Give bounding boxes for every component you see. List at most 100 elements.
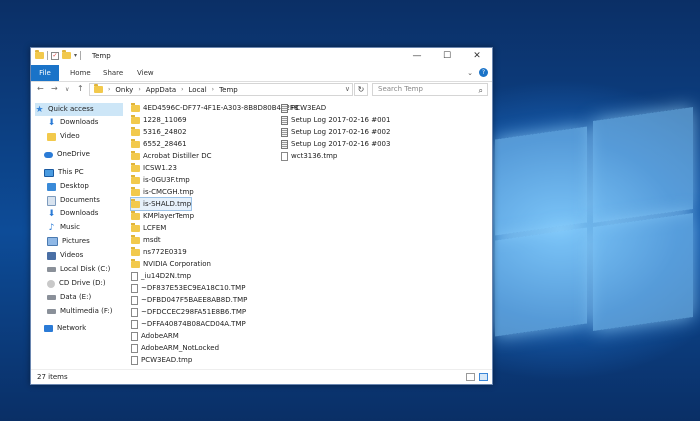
list-item-selected[interactable]: is-SHALD.tmp <box>129 197 193 211</box>
file-icon <box>131 271 138 281</box>
sidebar-item-this-pc[interactable]: This PC <box>44 166 84 179</box>
ribbon-tabs: File Home Share View ⌄ ? <box>31 65 492 82</box>
sidebar-item-network[interactable]: Network <box>44 322 86 335</box>
close-button[interactable]: ✕ <box>462 48 492 65</box>
download-icon: ⬇ <box>47 117 56 128</box>
sidebar-item-desktop[interactable]: Desktop <box>47 180 89 193</box>
list-item[interactable]: ~DFDCCEC298FA51E8B6.TMP <box>131 306 246 318</box>
list-item[interactable]: NVIDIA Corporation <box>131 258 211 270</box>
tab-share[interactable]: Share <box>103 65 123 81</box>
list-item[interactable]: _iu14D2N.tmp <box>131 270 191 282</box>
folder-icon <box>131 126 140 136</box>
address-bar-row: ← → ∨ ↑ › Onky › AppData › Local › Temp … <box>31 81 492 99</box>
list-item[interactable]: ns772E0319 <box>131 246 187 258</box>
sidebar-item-local-disk[interactable]: Local Disk (C:) <box>47 263 110 276</box>
address-field[interactable]: › Onky › AppData › Local › Temp ∨ <box>89 83 353 96</box>
title-bar: ✓ ▾ Temp — ☐ ✕ <box>31 48 492 65</box>
breadcrumb-appdata[interactable]: AppData <box>146 86 176 94</box>
list-item[interactable]: LCFEM <box>131 222 166 234</box>
sidebar-item-data-drive[interactable]: Data (E:) <box>47 291 91 304</box>
minimize-button[interactable]: — <box>402 48 432 65</box>
sidebar-item-music[interactable]: ♪ Music <box>47 221 80 234</box>
list-item[interactable]: wct3136.tmp <box>281 150 337 162</box>
file-icon <box>131 295 138 305</box>
folder-icon <box>131 234 140 244</box>
sidebar-item-downloads[interactable]: ⬇ Downloads <box>47 116 99 129</box>
help-icon[interactable]: ? <box>479 68 488 77</box>
tab-file[interactable]: File <box>31 65 59 81</box>
list-item[interactable]: AdobeARM <box>131 330 179 342</box>
list-item[interactable]: 1228_11069 <box>131 114 187 126</box>
desktop-icon <box>47 182 56 191</box>
file-list: 4ED4596C-DF77-4F1E-A303-8B8D80B452F8 122… <box>129 102 486 368</box>
tab-home[interactable]: Home <box>70 65 91 81</box>
list-item[interactable]: ~DFBD047F5BAEE8AB8D.TMP <box>131 294 247 306</box>
list-item[interactable]: Setup Log 2017-02-16 #001 <box>281 114 390 126</box>
list-item[interactable]: Acrobat Distiller DC <box>131 150 211 162</box>
folder-icon <box>131 186 140 196</box>
sidebar-item-pictures[interactable]: Pictures <box>47 235 90 248</box>
folder-icon <box>131 210 140 220</box>
folder-icon <box>131 246 140 256</box>
sidebar-item-videos[interactable]: Videos <box>47 249 83 262</box>
search-input[interactable]: Search Temp ⌕ <box>372 83 488 96</box>
sidebar-item-documents[interactable]: Documents <box>47 194 100 207</box>
folder-icon <box>131 150 140 160</box>
refresh-button[interactable]: ↻ <box>354 83 368 96</box>
list-item[interactable]: 6552_28461 <box>131 138 187 150</box>
disk-icon <box>47 309 56 314</box>
list-item[interactable]: ~DFFA40874B08ACD04A.TMP <box>131 318 246 330</box>
list-item[interactable]: ~DF837E53EC9EA18C10.TMP <box>131 282 245 294</box>
list-item[interactable]: Setup Log 2017-02-16 #003 <box>281 138 390 150</box>
list-item[interactable]: ICSW1.23 <box>131 162 177 174</box>
new-folder-icon[interactable] <box>62 50 71 59</box>
tab-view[interactable]: View <box>137 65 154 81</box>
status-bar: 27 items <box>31 369 492 385</box>
log-file-icon <box>281 139 288 149</box>
list-item[interactable]: is-CMCGH.tmp <box>131 186 194 198</box>
expand-ribbon-icon[interactable]: ⌄ <box>467 69 473 77</box>
folder-icon <box>94 84 103 93</box>
sidebar-item-video[interactable]: Video <box>47 130 80 143</box>
window-title: Temp <box>92 52 111 60</box>
folder-icon <box>131 222 140 232</box>
list-item[interactable]: PCW3EAD <box>281 102 326 114</box>
download-icon: ⬇ <box>47 208 56 219</box>
file-icon <box>131 307 138 317</box>
list-item[interactable]: 4ED4596C-DF77-4F1E-A303-8B8D80B452F8 <box>131 102 298 114</box>
folder-icon <box>131 162 140 172</box>
list-item[interactable]: is-0GU3F.tmp <box>131 174 190 186</box>
search-icon: ⌕ <box>478 86 483 95</box>
file-icon <box>131 319 138 329</box>
details-view-icon[interactable] <box>466 373 475 381</box>
sidebar-item-onedrive[interactable]: OneDrive <box>44 148 90 161</box>
list-item[interactable]: AdobeARM_NotLocked <box>131 342 219 354</box>
back-arrow-icon[interactable]: ← <box>37 84 44 93</box>
list-item[interactable]: PCW3EAD.tmp <box>131 354 192 366</box>
list-item[interactable]: 5316_24802 <box>131 126 187 138</box>
forward-arrow-icon[interactable]: → <box>51 84 58 93</box>
address-dropdown-icon[interactable]: ∨ <box>345 85 350 93</box>
breadcrumb-temp[interactable]: Temp <box>219 86 238 94</box>
folder-icon <box>47 132 56 141</box>
customize-toolbar-icon[interactable]: ▾ <box>74 52 77 59</box>
recent-locations-icon[interactable]: ∨ <box>65 86 69 93</box>
folder-icon <box>131 102 140 112</box>
sidebar-item-quick-access[interactable]: ★ Quick access <box>35 103 123 116</box>
sidebar-item-multimedia-drive[interactable]: Multimedia (F:) <box>47 305 112 318</box>
list-item[interactable]: KMPlayerTemp <box>131 210 194 222</box>
properties-icon[interactable]: ✓ <box>51 51 59 60</box>
sidebar-item-cd-drive[interactable]: CD Drive (D:) <box>47 277 106 290</box>
file-explorer-window: ✓ ▾ Temp — ☐ ✕ File Home Share View ⌄ ? … <box>30 47 493 385</box>
breadcrumb-onky[interactable]: Onky <box>115 86 133 94</box>
up-arrow-icon[interactable]: ↑ <box>77 84 84 93</box>
item-count: 27 items <box>37 373 68 381</box>
list-view-icon[interactable] <box>479 373 488 381</box>
list-item[interactable]: Setup Log 2017-02-16 #002 <box>281 126 390 138</box>
sidebar-item-downloads-pc[interactable]: ⬇ Downloads <box>47 207 99 220</box>
list-item[interactable]: msdt <box>131 234 161 246</box>
folder-icon <box>131 114 140 124</box>
breadcrumb-local[interactable]: Local <box>189 86 207 94</box>
file-icon <box>131 331 138 341</box>
maximize-button[interactable]: ☐ <box>432 48 462 65</box>
